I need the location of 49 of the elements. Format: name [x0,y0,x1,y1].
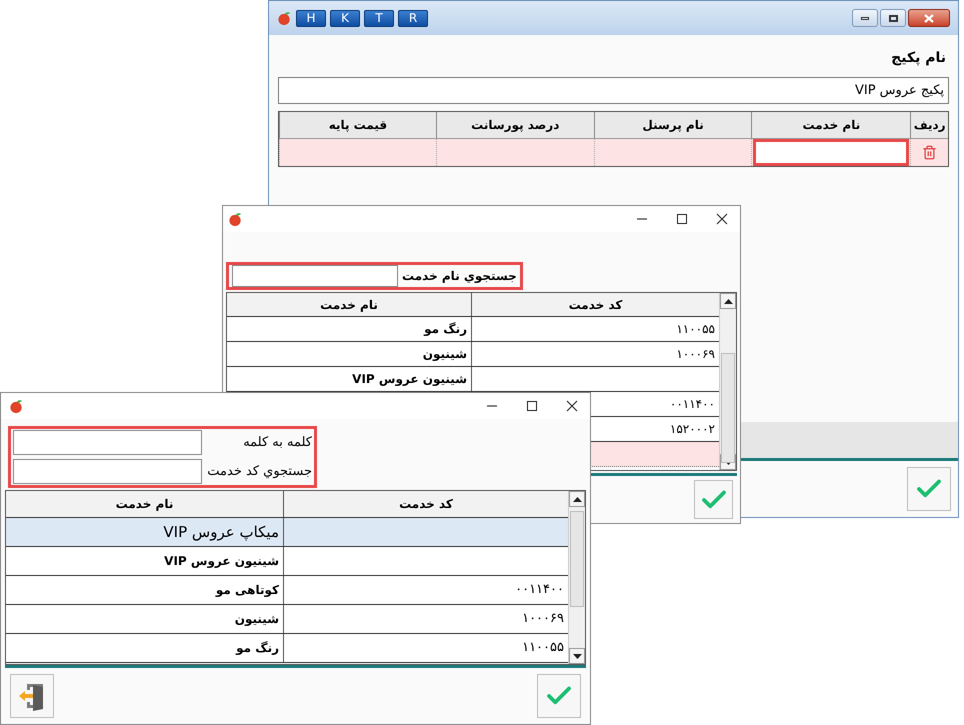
scroll-up-icon[interactable] [724,298,732,304]
maximize-icon [888,14,898,22]
fruit-icon [228,212,243,226]
table-cell-text: میکاپ عروس VIP [162,522,280,543]
exit-button[interactable] [10,674,54,718]
close-icon[interactable] [566,400,578,412]
toolbar-button[interactable]: R [398,10,428,26]
fruit-icon [9,398,24,414]
table-cell-text: شینیون [422,346,468,363]
table-row[interactable]: شینیون عروس VIP [6,547,568,576]
scroll-down-icon[interactable] [572,654,582,658]
close-icon [924,14,934,22]
search-field[interactable] [13,430,202,455]
column-header: نام خدمت [114,496,174,513]
table-row[interactable]: میکاپ عروس VIP [6,518,568,547]
table-cell-text: رنگ مو [234,640,280,657]
search-field[interactable] [232,265,398,287]
delete-icon[interactable] [922,145,938,160]
field-label: جستجوي کد خدمت [208,462,312,481]
search-label: جستجوي نام خدمت [402,268,517,285]
field-label: کلمه به کلمه [242,434,312,452]
package-name-field[interactable]: پکیج عروس VIP [278,77,949,104]
maximize-icon[interactable] [526,400,538,412]
scrollbar-thumb[interactable] [721,353,735,463]
table-row[interactable]: ۱۱۰۰۵۵ رنگ مو [6,634,568,663]
table-row[interactable]: ۰۰۱۱۴۰۰ کوتاهی مو [6,576,568,605]
scroll-up-icon[interactable] [572,496,582,502]
table-cell-text: رنگ مو [422,321,468,338]
table-row[interactable]: ۱۰۰۰۶۹ شینیون [6,605,568,634]
table-cell-text: شینیون [234,611,280,628]
table-cell-text: شینیون عروس VIP [163,553,280,570]
minimize-button[interactable] [852,9,878,27]
table-cell-text: کوتاهی مو [214,582,280,599]
maximize-button[interactable] [880,9,906,27]
toolbar-button[interactable]: T [364,10,394,26]
scrollbar[interactable] [719,293,736,470]
column-header: نام خدمت [319,296,379,314]
toolbar-button[interactable]: K [330,10,360,26]
fruit-icon [277,10,292,26]
scrollbar[interactable] [568,491,585,664]
minimize-icon [861,16,869,20]
close-button[interactable] [908,9,950,27]
toolbar-button[interactable]: H [296,10,326,26]
table-cell-text: شینیون عروس VIP [351,371,468,388]
close-icon[interactable] [716,213,728,225]
maximize-icon[interactable] [676,213,688,225]
scrollbar-thumb[interactable] [570,511,584,607]
package-name-label: نام پکیج [890,49,947,68]
search-field[interactable] [13,459,202,484]
